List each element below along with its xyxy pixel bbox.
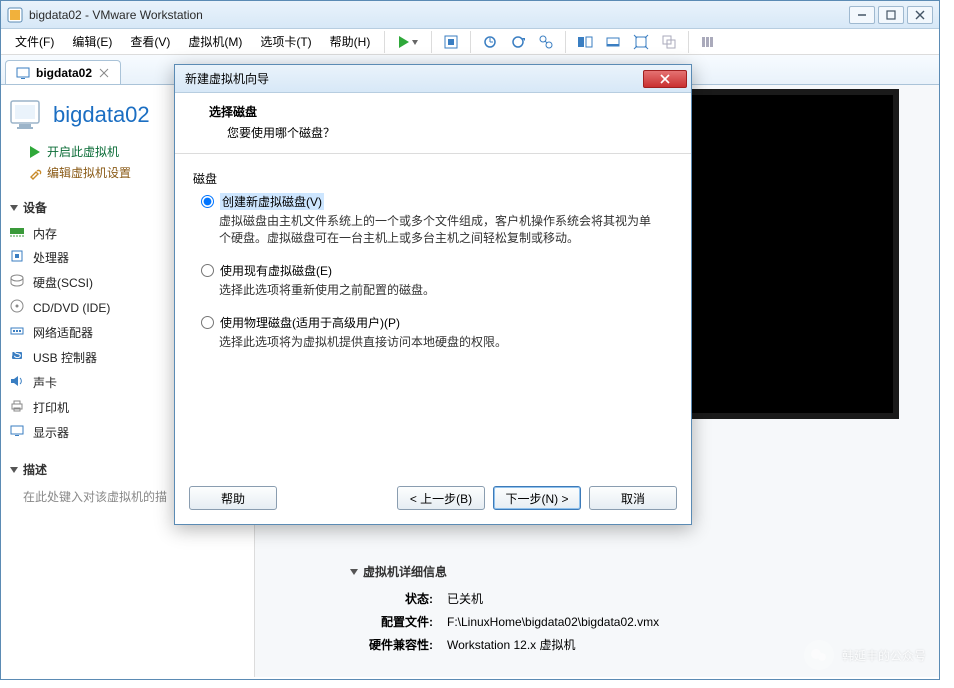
sound-icon — [9, 373, 25, 389]
details-compat-value: Workstation 12.x 虚拟机 — [441, 634, 665, 655]
option-label: 创建新虚拟磁盘(V) — [220, 193, 324, 210]
option-use-physical-disk[interactable]: 使用物理磁盘(适用于高级用户)(P) — [201, 314, 673, 331]
usb-icon: USB — [9, 348, 25, 364]
back-button[interactable]: < 上一步(B) — [397, 486, 485, 510]
tab-close-icon[interactable] — [98, 67, 110, 79]
option-desc: 虚拟磁盘由主机文件系统上的一个或多个文件组成，客户机操作系统会将其视为单个硬盘。… — [219, 212, 659, 246]
menubar: 文件(F) 编辑(E) 查看(V) 虚拟机(M) 选项卡(T) 帮助(H) — [1, 29, 939, 55]
devices-label: 设备 — [23, 199, 47, 216]
fullscreen-icon[interactable] — [628, 31, 654, 53]
cpu-icon — [9, 248, 25, 264]
watermark: 韩延丰的公众号 — [804, 640, 926, 670]
view-icon[interactable] — [600, 31, 626, 53]
window-buttons — [849, 6, 933, 24]
menu-vm[interactable]: 虚拟机(M) — [180, 30, 250, 53]
details-state-value: 已关机 — [441, 588, 665, 609]
menu-edit[interactable]: 编辑(E) — [64, 30, 120, 53]
dialog-title: 新建虚拟机向导 — [185, 70, 643, 87]
details-title: 虚拟机详细信息 — [363, 563, 447, 580]
vm-big-icon — [9, 97, 45, 133]
cd-icon — [9, 298, 25, 314]
minimize-button[interactable] — [849, 6, 875, 24]
menu-view[interactable]: 查看(V) — [122, 30, 178, 53]
divider — [688, 31, 689, 53]
dialog-body: 磁盘 创建新虚拟磁盘(V) 虚拟磁盘由主机文件系统上的一个或多个文件组成，客户机… — [175, 154, 691, 476]
details-config-key: 配置文件: — [351, 611, 439, 632]
view-icon[interactable] — [572, 31, 598, 53]
unity-icon[interactable] — [656, 31, 682, 53]
details-state-key: 状态: — [351, 588, 439, 609]
menu-file[interactable]: 文件(F) — [7, 30, 62, 53]
vm-icon — [16, 66, 30, 80]
dialog-titlebar: 新建虚拟机向导 — [175, 65, 691, 93]
next-button[interactable]: 下一步(N) > — [493, 486, 581, 510]
divider — [384, 31, 385, 53]
menu-tabs[interactable]: 选项卡(T) — [252, 30, 319, 53]
details-compat-key: 硬件兼容性: — [351, 634, 439, 655]
wrench-icon — [29, 167, 41, 179]
menu-help[interactable]: 帮助(H) — [322, 30, 379, 53]
memory-icon — [9, 226, 25, 238]
network-icon — [9, 323, 25, 339]
tab-label: bigdata02 — [36, 66, 92, 80]
watermark-text: 韩延丰的公众号 — [842, 647, 926, 664]
chevron-down-icon — [349, 567, 359, 577]
power-on-label: 开启此虚拟机 — [47, 143, 119, 160]
play-icon — [29, 146, 41, 158]
divider — [565, 31, 566, 53]
new-vm-wizard-dialog: 新建虚拟机向导 选择磁盘 您要使用哪个磁盘？ 磁盘 创建新虚拟磁盘(V) 虚拟磁… — [174, 64, 692, 525]
library-icon[interactable] — [695, 31, 721, 53]
divider — [470, 31, 471, 53]
option-desc: 选择此选项将重新使用之前配置的磁盘。 — [219, 281, 659, 298]
help-button[interactable]: 帮助 — [189, 486, 277, 510]
snapshot-manager-icon[interactable] — [533, 31, 559, 53]
edit-settings-label: 编辑虚拟机设置 — [47, 164, 131, 181]
close-button[interactable] — [907, 6, 933, 24]
svg-text:USB: USB — [5, 347, 30, 361]
details-table: 状态:已关机 配置文件:F:\LinuxHome\bigdata02\bigda… — [349, 586, 667, 657]
details-header[interactable]: 虚拟机详细信息 — [349, 563, 667, 580]
radio-create-new-disk[interactable] — [201, 195, 214, 208]
toolbar-icon[interactable] — [438, 31, 464, 53]
option-desc: 选择此选项将为虚拟机提供直接访问本地硬盘的权限。 — [219, 333, 659, 350]
radio-use-existing-disk[interactable] — [201, 264, 214, 277]
option-create-new-disk[interactable]: 创建新虚拟磁盘(V) — [201, 193, 673, 210]
dialog-heading: 选择磁盘 — [209, 103, 675, 120]
details-config-value: F:\LinuxHome\bigdata02\bigdata02.vmx — [441, 611, 665, 632]
option-label: 使用物理磁盘(适用于高级用户)(P) — [220, 314, 400, 331]
chevron-down-icon — [9, 203, 19, 213]
display-icon — [9, 423, 25, 439]
dialog-footer: 帮助 < 上一步(B) 下一步(N) > 取消 — [175, 476, 691, 524]
disk-group-label: 磁盘 — [193, 170, 673, 187]
description-label: 描述 — [23, 461, 47, 478]
wechat-icon — [804, 640, 834, 670]
chevron-down-icon — [9, 465, 19, 475]
vm-details: 虚拟机详细信息 状态:已关机 配置文件:F:\LinuxHome\bigdata… — [349, 563, 667, 657]
dialog-header: 选择磁盘 您要使用哪个磁盘？ — [175, 93, 691, 154]
tab-bigdata02[interactable]: bigdata02 — [5, 60, 121, 84]
titlebar: bigdata02 - VMware Workstation — [1, 1, 939, 29]
app-icon — [7, 7, 23, 23]
vm-name: bigdata02 — [53, 102, 150, 128]
maximize-button[interactable] — [878, 6, 904, 24]
disk-icon — [9, 273, 25, 289]
divider — [431, 31, 432, 53]
dialog-subheading: 您要使用哪个磁盘？ — [227, 124, 675, 141]
cancel-button[interactable]: 取消 — [589, 486, 677, 510]
snapshot-icon[interactable] — [505, 31, 531, 53]
play-button[interactable] — [391, 31, 425, 53]
radio-use-physical-disk[interactable] — [201, 316, 214, 329]
window-title: bigdata02 - VMware Workstation — [29, 8, 849, 22]
option-use-existing-disk[interactable]: 使用现有虚拟磁盘(E) — [201, 262, 673, 279]
dialog-close-button[interactable] — [643, 70, 687, 88]
option-label: 使用现有虚拟磁盘(E) — [220, 262, 332, 279]
snapshot-icon[interactable] — [477, 31, 503, 53]
printer-icon — [9, 398, 25, 414]
